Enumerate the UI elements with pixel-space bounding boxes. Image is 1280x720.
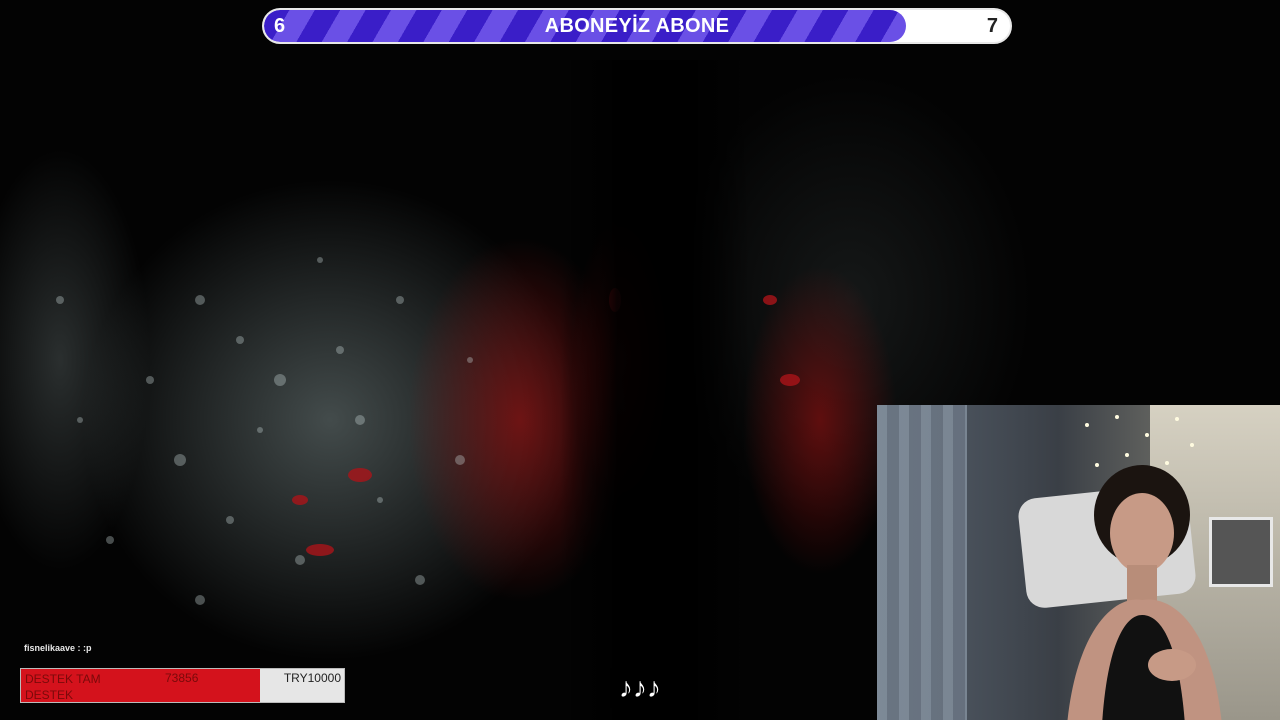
donation-target: TRY10000 [283, 671, 341, 685]
donation-current: 73856 [165, 671, 199, 685]
goal-start-value: 6 [274, 15, 286, 37]
webcam-feed [877, 405, 1280, 720]
donation-goal-bar: DESTEK TAM DESTEK 73856 TRY10000 [20, 668, 345, 703]
goal-title: ABONEYİZ ABONE [544, 15, 730, 37]
chat-message: fisnelikaave : :p [24, 643, 92, 653]
donation-label: DESTEK TAM [25, 672, 101, 686]
donation-label-secondary: DESTEK [25, 688, 74, 702]
subscriber-goal-bar: ABONEYİZ ABONE 6 7 [262, 8, 1012, 44]
goal-end-value: 7 [986, 15, 998, 37]
dark-pillar [560, 60, 750, 720]
music-notes-icon: ♪♪♪ [610, 668, 670, 708]
streamer [1067, 465, 1222, 720]
curtain [877, 405, 967, 720]
